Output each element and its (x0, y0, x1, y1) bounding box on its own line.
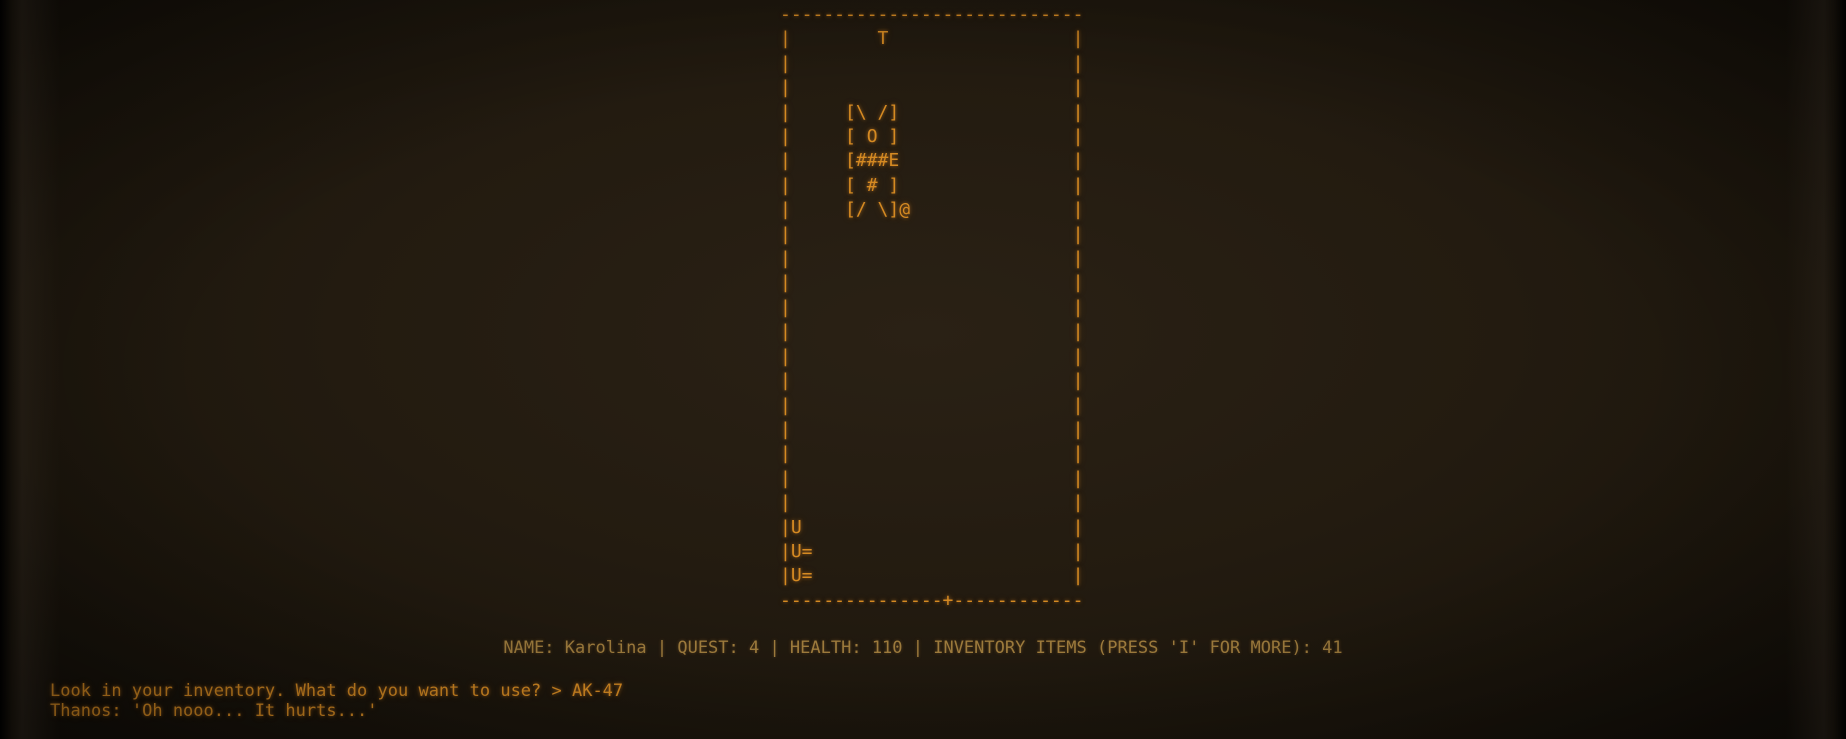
board-row: | | (780, 52, 1084, 74)
terminal-screen: ---------------------------- | T | | | | | |… (0, 0, 1846, 739)
game-board: ---------------------------- | T | | | | | |… (780, 3, 1083, 613)
board-row: |U= | (780, 565, 1084, 587)
board-row: | | (780, 77, 1084, 99)
board-row: | | (780, 418, 1084, 440)
console-output: Look in your inventory. What do you want… (50, 681, 623, 721)
board-row: | | (780, 321, 1084, 343)
board-row: | | (780, 223, 1084, 245)
board-row: |U | (780, 516, 1084, 538)
board-row: | | (780, 443, 1084, 465)
status-bar: NAME: Karolina | QUEST: 4 | HEALTH: 110 … (503, 638, 1343, 658)
board-row: | [###E | (780, 150, 1084, 172)
board-row: ---------------------------- (780, 4, 1084, 25)
console-dialogue-line: Thanos: 'Oh nooo... It hurts...' (50, 701, 378, 721)
board-row: | | (780, 394, 1084, 416)
board-row: | [ O ] | (780, 126, 1084, 148)
console-prompt-line: Look in your inventory. What do you want… (50, 681, 624, 701)
board-row: |U= | (780, 540, 1084, 562)
board-row: | [/ \]@ | (780, 199, 1084, 221)
board-row: | | (780, 492, 1084, 514)
board-row: | | (780, 248, 1084, 270)
board-row: | [\ /] | (780, 101, 1084, 123)
board-row: | | (780, 345, 1084, 367)
board-row: | | (780, 467, 1084, 489)
board-row: | | (780, 370, 1084, 392)
board-row: | | (780, 272, 1084, 294)
board-row: ---------------+------------ (780, 589, 1084, 611)
board-row: | T | (780, 28, 1084, 50)
board-row: | | (780, 296, 1084, 318)
board-row: | [ # ] | (780, 174, 1084, 196)
